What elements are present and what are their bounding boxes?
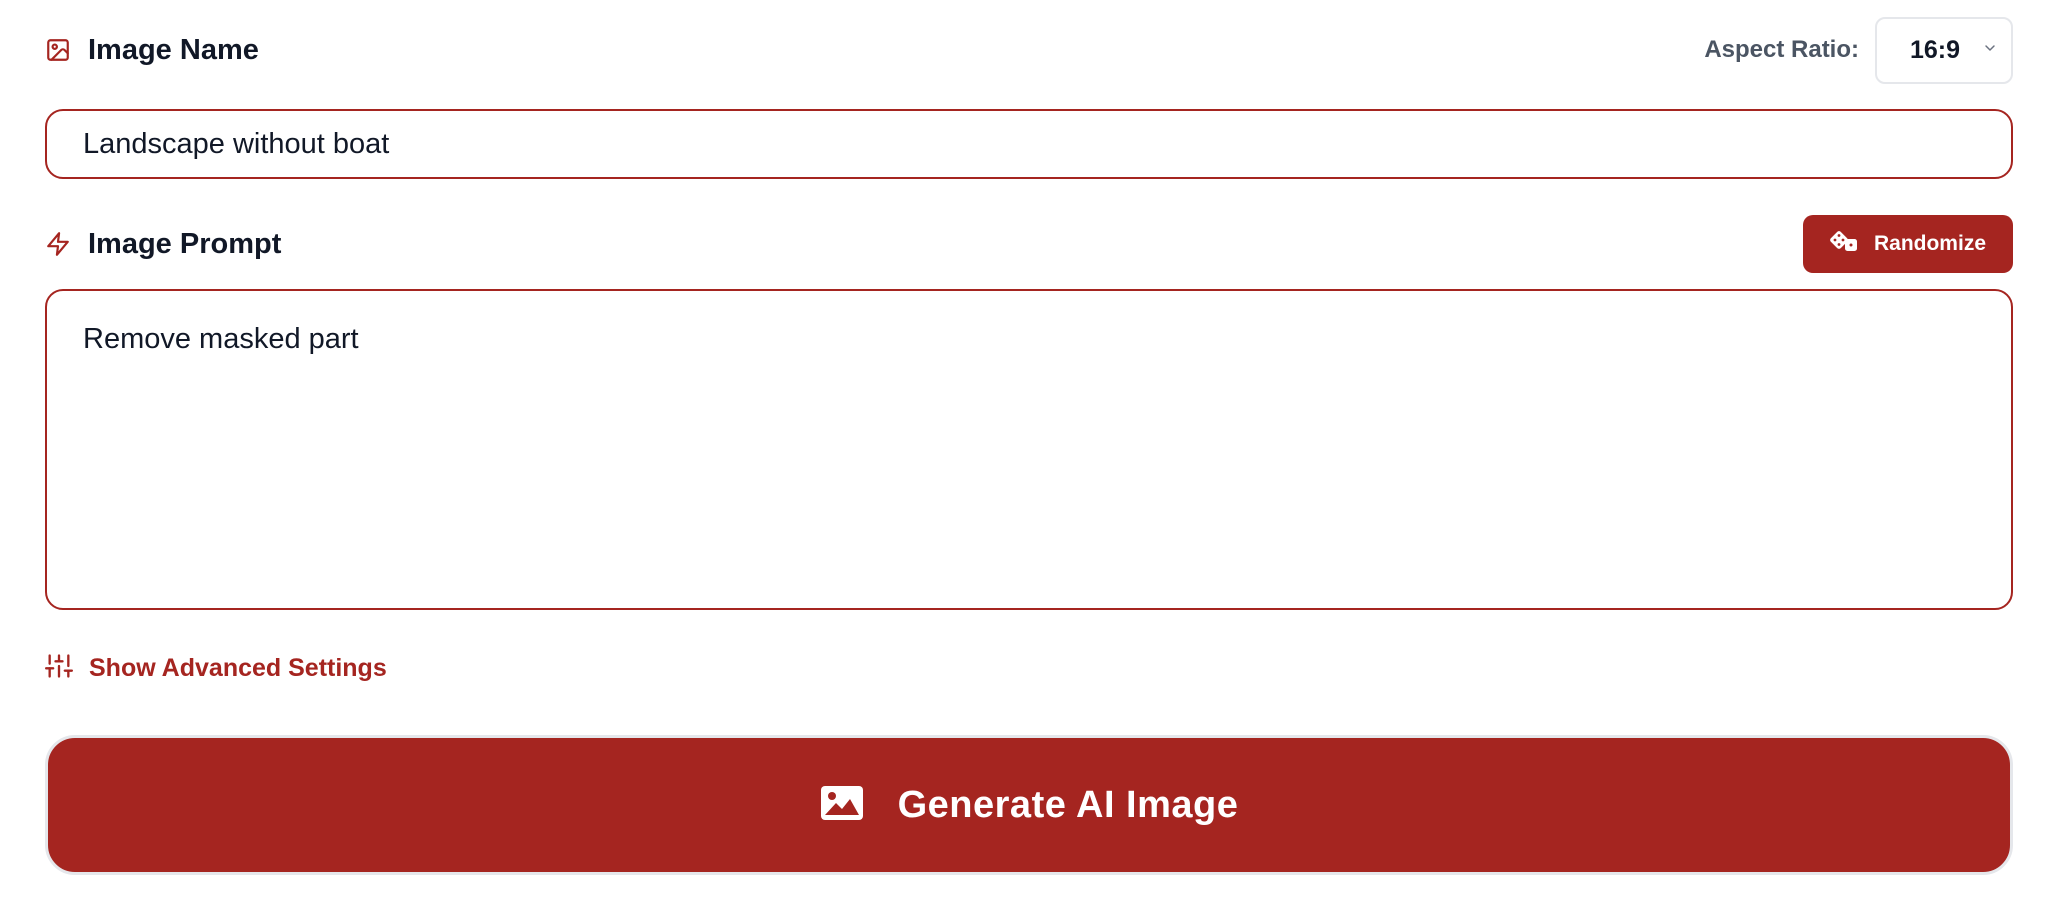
aspect-ratio-control: Aspect Ratio: 16:9 xyxy=(1704,16,2013,84)
image-icon xyxy=(820,785,864,826)
sliders-icon xyxy=(45,652,74,685)
randomize-label: Randomize xyxy=(1873,232,1986,255)
image-icon xyxy=(45,37,71,63)
image-name-label: Image Name xyxy=(88,33,259,66)
advanced-settings-label: Show Advanced Settings xyxy=(89,654,387,682)
aspect-ratio-value: 16:9 xyxy=(1910,35,1961,64)
dice-icon xyxy=(1830,228,1860,260)
image-name-header: Image Name Aspect Ratio: 16:9 xyxy=(45,14,2013,86)
advanced-settings-toggle[interactable]: Show Advanced Settings xyxy=(45,652,387,685)
image-name-input[interactable] xyxy=(45,109,2013,179)
image-prompt-header: Image Prompt Randomize xyxy=(45,214,2013,274)
image-prompt-label: Image Prompt xyxy=(88,227,282,260)
image-prompt-label-group: Image Prompt xyxy=(45,228,281,261)
generate-image-button[interactable]: Generate AI Image xyxy=(45,735,2013,875)
image-generator-form: Image Name Aspect Ratio: 16:9 Ima xyxy=(0,0,2054,920)
randomize-button[interactable]: Randomize xyxy=(1803,215,2013,273)
chevron-down-icon xyxy=(1982,40,1998,61)
generate-image-label: Generate AI Image xyxy=(897,783,1239,826)
aspect-ratio-label: Aspect Ratio: xyxy=(1704,36,1859,63)
aspect-ratio-select[interactable]: 16:9 xyxy=(1875,16,2013,84)
image-name-label-group: Image Name xyxy=(45,34,259,67)
image-prompt-textarea[interactable]: Remove masked part xyxy=(45,289,2013,610)
lightning-icon xyxy=(45,230,71,258)
